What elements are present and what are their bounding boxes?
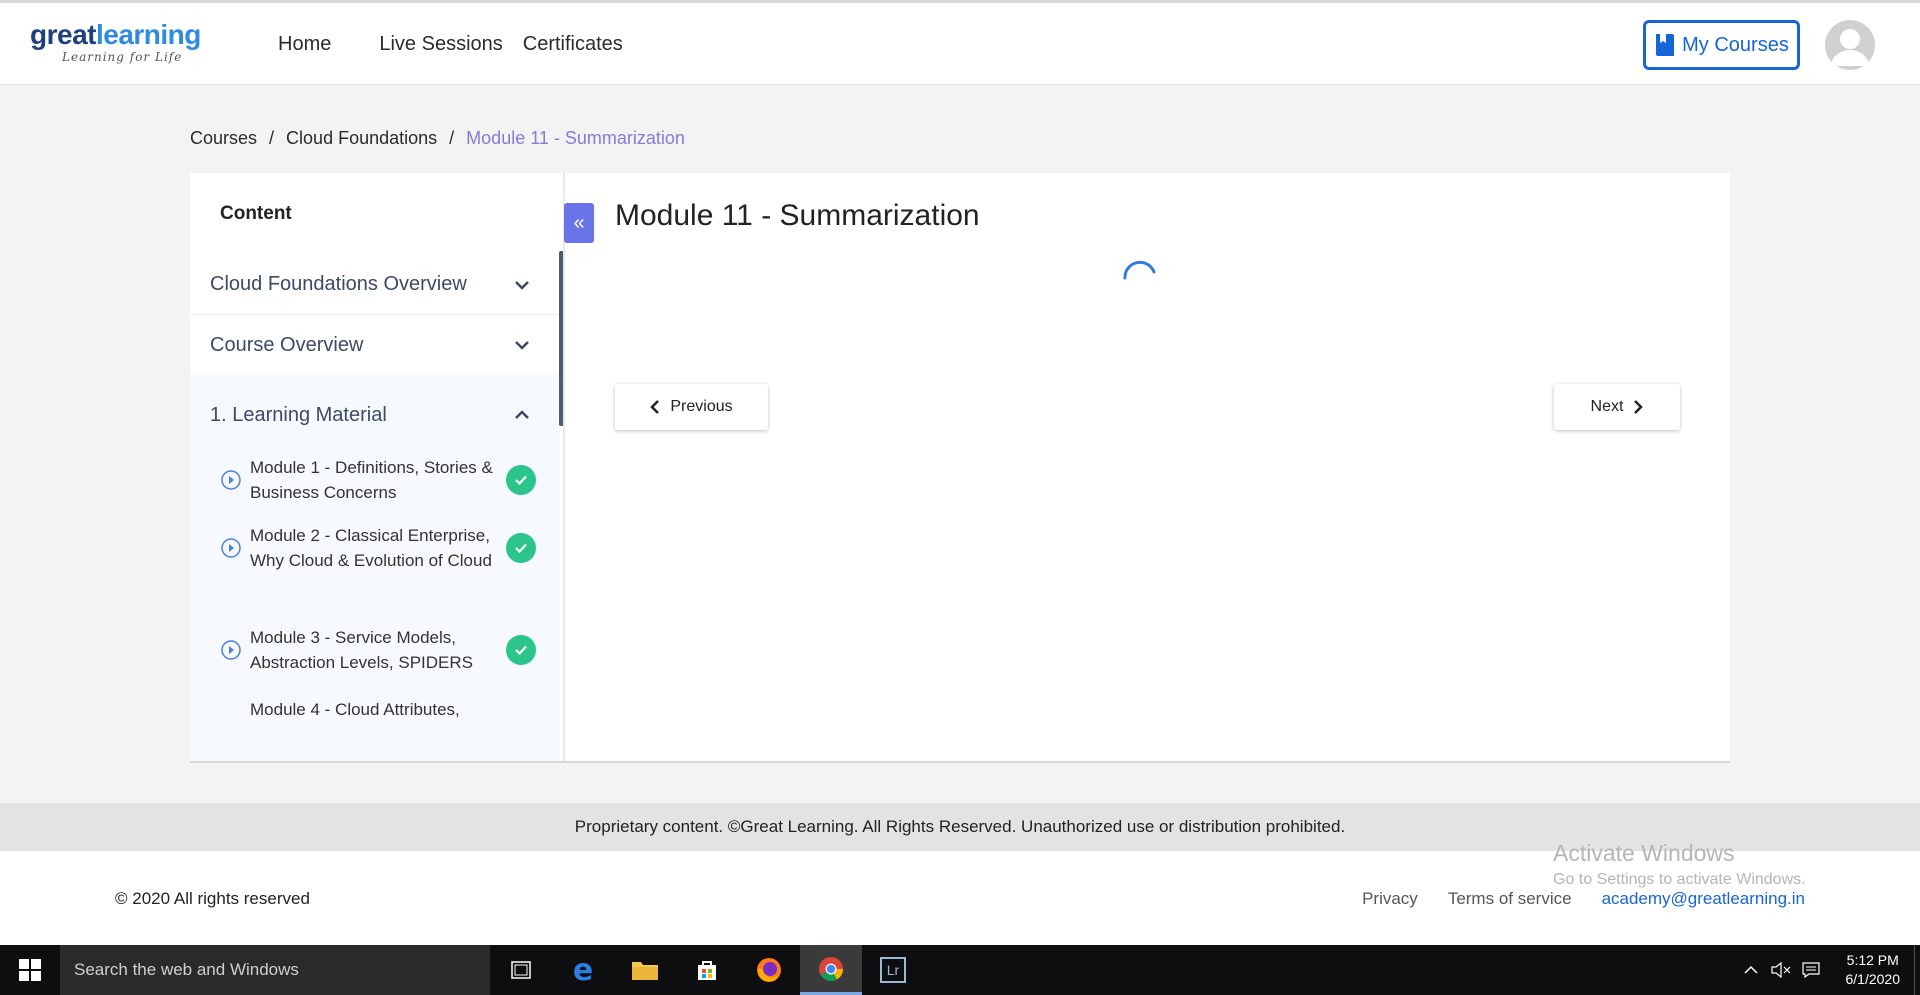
page-title: Module 11 - Summarization <box>615 199 980 232</box>
module-title: Module 3 - Service Models, Abstraction L… <box>250 628 473 672</box>
terms-link[interactable]: Terms of service <box>1448 889 1572 909</box>
chevron-right-icon <box>1634 400 1644 414</box>
breadcrumb-cloud-foundations[interactable]: Cloud Foundations <box>286 128 437 149</box>
collapse-sidebar-button[interactable]: « <box>564 203 594 243</box>
sidebar-title: Content <box>220 203 292 224</box>
chevron-up-icon <box>515 410 529 419</box>
chevron-left-icon <box>650 400 660 414</box>
book-icon <box>1656 34 1675 56</box>
windows-logo-icon <box>19 959 41 981</box>
nav-home[interactable]: Home <box>278 33 331 56</box>
clock-time: 5:12 PM <box>1846 952 1899 968</box>
logo-tagline: Learning for Life <box>62 50 183 64</box>
file-explorer-icon[interactable] <box>614 945 676 995</box>
my-courses-label: My Courses <box>1682 33 1789 56</box>
section-label: Course Overview <box>210 333 364 356</box>
footer-links: Privacy Terms of service academy@greatle… <box>1332 889 1805 909</box>
check-circle-icon <box>506 635 536 665</box>
system-tray: 5:12 PM 6/1/2020 <box>1736 945 1920 995</box>
course-content-card: Content Cloud Foundations Overview Cours… <box>190 173 1730 763</box>
module-title: Module 1 - Definitions, Stories & Busine… <box>250 458 493 502</box>
avatar[interactable] <box>1825 20 1875 70</box>
site-header: greatlearning Learning for Life Home Liv… <box>0 3 1920 85</box>
breadcrumb: Courses / Cloud Foundations / Module 11 … <box>190 128 685 149</box>
play-circle-icon <box>221 470 241 490</box>
privacy-link[interactable]: Privacy <box>1362 889 1418 909</box>
section-course-overview[interactable]: Course Overview <box>190 315 560 375</box>
email-link[interactable]: academy@greatlearning.in <box>1602 889 1805 909</box>
nav-live-sessions[interactable]: Live Sessions <box>379 33 502 56</box>
sidebar-scrollbar[interactable] <box>559 251 563 426</box>
module-item-3[interactable]: Module 3 - Service Models, Abstraction L… <box>220 625 540 675</box>
module-title: Module 2 - Classical Enterprise, Why Clo… <box>250 526 492 570</box>
section-learning-material-header[interactable]: 1. Learning Material <box>210 375 540 455</box>
clock-date: 6/1/2020 <box>1845 971 1901 987</box>
breadcrumb-separator: / <box>269 128 275 148</box>
lightroom-icon[interactable]: Lr <box>862 945 924 995</box>
watermark-title: Activate Windows <box>1553 840 1735 866</box>
module-item-4[interactable]: Module 4 - Cloud Attributes, <box>220 697 540 722</box>
start-button[interactable] <box>0 945 60 995</box>
module-item-2[interactable]: Module 2 - Classical Enterprise, Why Clo… <box>220 523 540 573</box>
taskbar-clock[interactable]: 5:12 PM 6/1/2020 <box>1846 951 1901 989</box>
greatlearning-logo[interactable]: greatlearning Learning for Life <box>30 19 201 65</box>
module-title: Module 4 - Cloud Attributes, <box>250 700 460 719</box>
previous-label: Previous <box>670 398 733 415</box>
section-cloud-foundations-overview[interactable]: Cloud Foundations Overview <box>190 255 560 315</box>
chrome-icon[interactable] <box>800 945 862 995</box>
notification-icon[interactable] <box>1796 945 1826 995</box>
check-circle-icon <box>506 533 536 563</box>
copyright-text: © 2020 All rights reserved <box>115 889 310 908</box>
double-chevron-left-icon: « <box>573 211 585 234</box>
breadcrumb-courses[interactable]: Courses <box>190 128 257 149</box>
task-view-icon[interactable] <box>490 945 552 995</box>
next-button[interactable]: Next <box>1554 384 1680 430</box>
breadcrumb-current: Module 11 - Summarization <box>466 128 685 148</box>
store-icon[interactable] <box>676 945 738 995</box>
content-sidebar: Content Cloud Foundations Overview Cours… <box>190 173 565 761</box>
chevron-down-icon <box>515 280 529 290</box>
section-label: Cloud Foundations Overview <box>210 273 467 295</box>
main-nav: Home Live Sessions Certificates <box>260 3 643 85</box>
previous-button[interactable]: Previous <box>615 384 768 430</box>
play-circle-icon <box>221 538 241 558</box>
chevron-down-icon <box>515 341 529 350</box>
show-desktop-button[interactable] <box>1914 945 1920 995</box>
edge-browser-icon[interactable]: e <box>552 945 614 995</box>
speaker-muted-icon[interactable] <box>1766 945 1796 995</box>
play-circle-icon <box>221 640 241 660</box>
breadcrumb-separator: / <box>449 128 455 148</box>
my-courses-button[interactable]: My Courses <box>1643 20 1800 70</box>
next-label: Next <box>1590 398 1624 415</box>
chevron-up-icon[interactable] <box>1736 945 1766 995</box>
watermark-subtitle: Go to Settings to activate Windows. <box>1553 871 1806 888</box>
logo-text-learning: learning <box>95 19 201 50</box>
check-circle-icon <box>506 465 536 495</box>
section-learning-material: 1. Learning Material Module 1 - Definiti… <box>190 375 560 761</box>
module-item-1[interactable]: Module 1 - Definitions, Stories & Busine… <box>220 455 540 505</box>
loading-spinner-icon <box>1123 260 1156 280</box>
windows-taskbar: Search the web and Windows e Lr 5:12 PM … <box>0 945 1920 995</box>
activate-windows-watermark: Activate Windows Go to Settings to activ… <box>1553 840 1806 889</box>
firefox-icon[interactable] <box>738 945 800 995</box>
taskbar-search-input[interactable]: Search the web and Windows <box>60 945 490 995</box>
logo-text-great: great <box>30 19 96 50</box>
user-silhouette-icon <box>1831 29 1869 66</box>
nav-certificates[interactable]: Certificates <box>523 33 623 56</box>
section-label: 1. Learning Material <box>210 403 387 426</box>
